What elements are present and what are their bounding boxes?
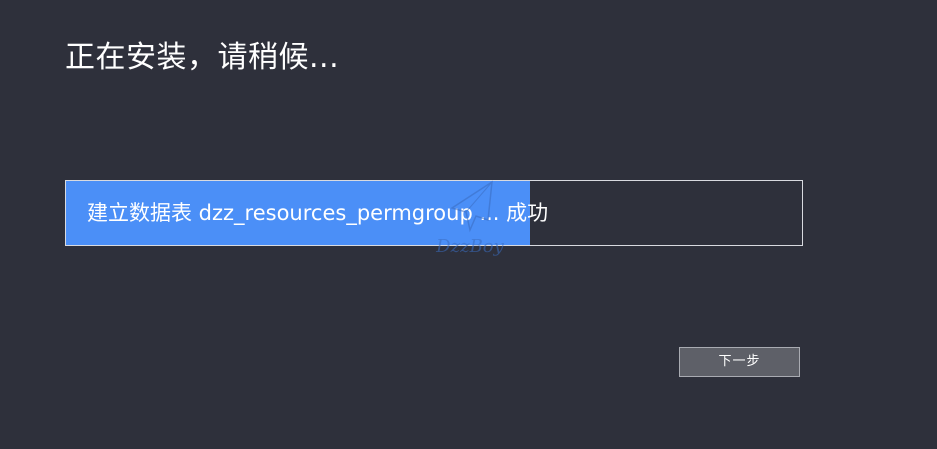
progress-status-text: 建立数据表 dzz_resources_permgroup ... 成功 [87, 201, 549, 225]
page-title: 正在安装，请稍候... [65, 40, 340, 75]
install-progress-bar: 建立数据表 dzz_resources_permgroup ... 成功 [65, 180, 803, 246]
next-step-button[interactable]: 下一步 [679, 347, 800, 377]
